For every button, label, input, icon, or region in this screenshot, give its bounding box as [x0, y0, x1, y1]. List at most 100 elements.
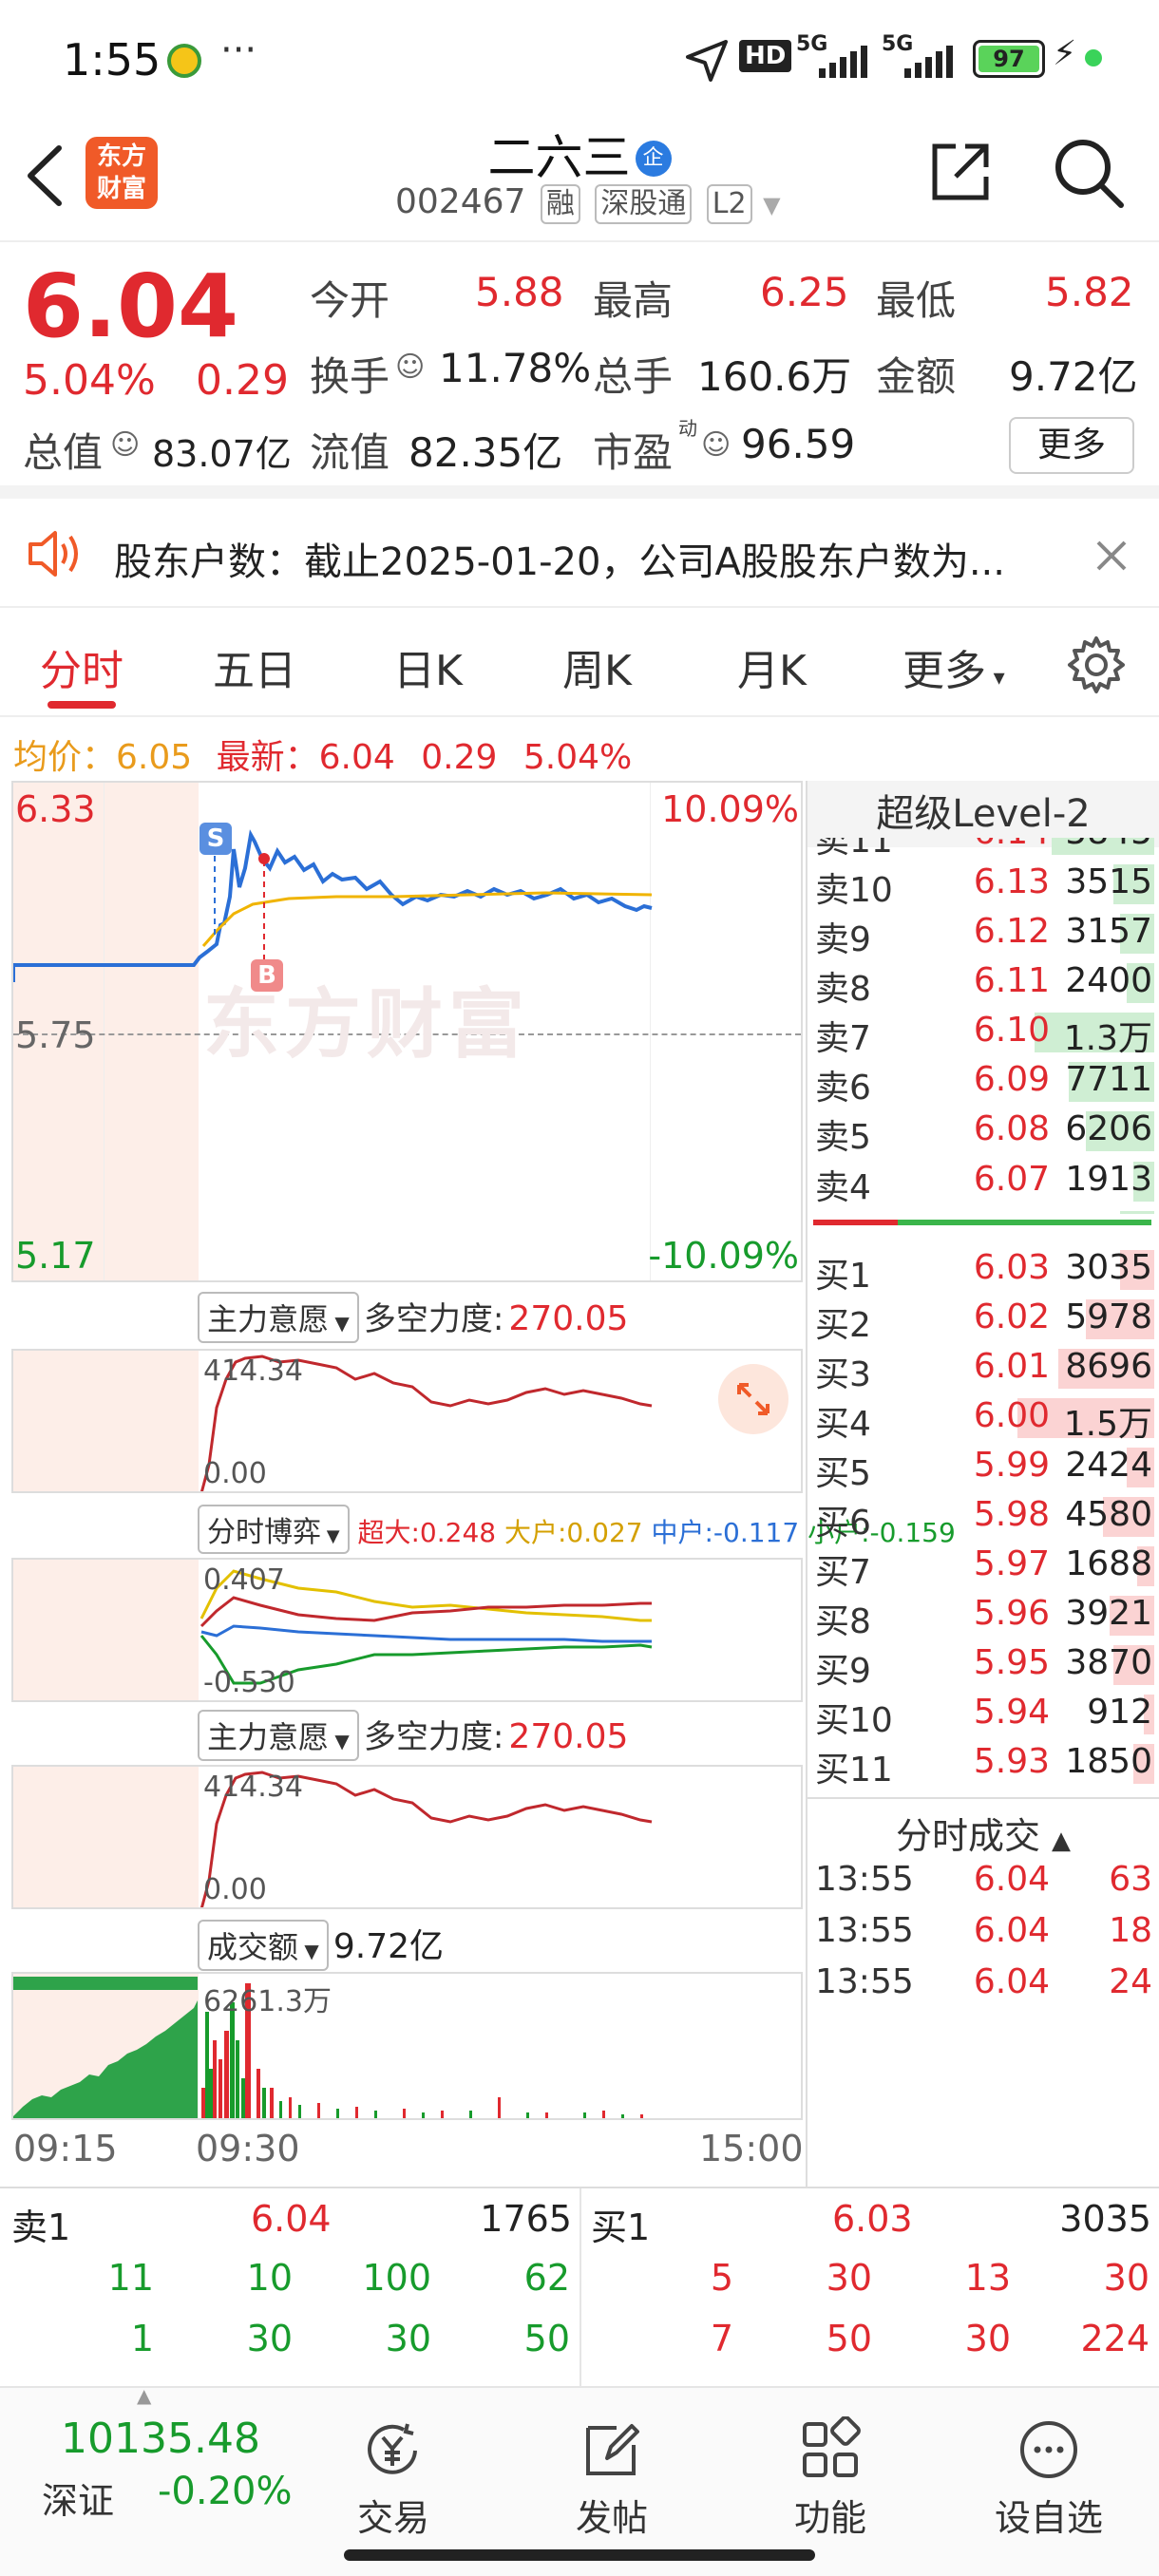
share-icon[interactable]: [927, 139, 994, 205]
bid-row[interactable]: 买9 5.95 3870: [808, 1639, 1154, 1691]
expand-button[interactable]: [718, 1364, 788, 1434]
turnover-value: 11.78%: [439, 345, 592, 391]
level-price: 6.00: [973, 1396, 1050, 1435]
low-value: 5.82: [1045, 269, 1134, 315]
nav-features-label: 功能: [793, 2497, 866, 2539]
buy-marker[interactable]: B: [251, 959, 283, 992]
ask-row[interactable]: 卖8 6.11 2400: [808, 957, 1154, 1009]
ask-bid-ratio-bar: [813, 1220, 1151, 1225]
nav-post[interactable]: 发帖: [545, 2416, 678, 2541]
search-icon[interactable]: [1051, 135, 1127, 211]
ask-row[interactable]: 卖9 6.12 3157: [808, 908, 1154, 959]
more-button[interactable]: 更多: [1009, 417, 1134, 474]
ask-row[interactable]: 卖3 6.06 3062: [808, 1205, 1154, 1214]
trade-time: 13:55: [815, 1911, 914, 1950]
float-label: 流值: [310, 429, 390, 476]
more-notifications-icon: ···: [220, 28, 257, 72]
order-queue: 卖1 6.04 1765 买1 6.03 3035 11 10 100 62 1 30 30…: [0, 2187, 1159, 2386]
pe-label: 市盈: [593, 429, 674, 476]
sub2-large: 大户:0.027: [504, 1517, 643, 1548]
sub2-selector[interactable]: 分时博弈 ▼: [198, 1505, 350, 1554]
caret-up-small-icon: ▲: [137, 2384, 152, 2407]
sub4-selector[interactable]: 成交额 ▼: [198, 1920, 329, 1971]
caret-up-icon: ▲: [1052, 1827, 1072, 1855]
bid-row[interactable]: 买4 6.00 1.5万: [808, 1392, 1154, 1444]
expand-icon: [737, 1383, 770, 1415]
ask-row[interactable]: 卖10 6.13 3515: [808, 859, 1154, 910]
main-force-chart[interactable]: 414.34 0.00: [11, 1349, 803, 1493]
level-volume: 5845: [1065, 838, 1152, 852]
nav-add-watchlist[interactable]: 设自选: [982, 2416, 1115, 2541]
bid-row[interactable]: 买6 5.98 4580: [808, 1491, 1154, 1543]
queue-sell-vol: 1765: [480, 2198, 572, 2240]
trade-price: 6.04: [973, 1911, 1050, 1950]
sell-marker[interactable]: S: [200, 823, 232, 855]
flow-game-chart[interactable]: 0.407 -0.530: [11, 1558, 803, 1702]
bid-row[interactable]: 买7 5.97 1688: [808, 1541, 1154, 1592]
level-label: 卖3: [815, 1209, 871, 1214]
level-price: 5.98: [973, 1495, 1050, 1534]
tab-week-k[interactable]: 周K: [562, 636, 632, 697]
level-price: 6.14: [974, 838, 1050, 852]
tab-five-day[interactable]: 五日: [213, 636, 296, 697]
quote-panel: 6.04 5.04% 0.29 总值 ☺ 83.07亿 今开 5.88 最高 6…: [0, 242, 1159, 499]
info-icon[interactable]: ☺: [110, 428, 140, 462]
ask-row[interactable]: 卖7 6.10 1.3万: [808, 1007, 1154, 1058]
level-volume: 1850: [1065, 1742, 1152, 1781]
active-tab-indicator: [48, 701, 116, 709]
level-volume: 3870: [1065, 1643, 1152, 1682]
level-label: 买10: [815, 1701, 893, 1740]
turnover-info-icon[interactable]: ☺: [395, 350, 425, 384]
amount-chart[interactable]: 6261.3万: [11, 1972, 803, 2120]
level-price: 5.97: [973, 1544, 1050, 1583]
index-ticker[interactable]: ▲ 10135.48 深证 -0.20%: [0, 2384, 293, 2530]
volume-bars-svg: [13, 1974, 643, 2118]
time-start: 09:15: [13, 2128, 118, 2169]
intraday-chart[interactable]: 东方财富 S B 6.33 5.75 5.17 10.09% -10.09%: [11, 781, 803, 1282]
level-volume: 6206: [1065, 1109, 1152, 1149]
tab-month-k[interactable]: 月K: [737, 636, 807, 697]
bid-row[interactable]: 买1 6.03 3035: [808, 1244, 1154, 1296]
sub1-selector[interactable]: 主力意愿 ▼: [198, 1292, 359, 1343]
ask-row[interactable]: 卖116.145845: [808, 838, 1154, 861]
bid-row[interactable]: 买8 5.96 3921: [808, 1590, 1154, 1641]
dot-indicator: [1085, 49, 1102, 66]
tag-margin: 融: [540, 184, 580, 224]
stock-name: 二六三: [487, 130, 631, 185]
chevron-down-icon[interactable]: ▼: [763, 192, 780, 218]
bid-row[interactable]: 买3 6.01 8696: [808, 1343, 1154, 1394]
sub3-label: 多空力度:: [363, 1718, 504, 1756]
close-icon[interactable]: [1092, 537, 1130, 575]
nav-features[interactable]: 功能: [764, 2416, 897, 2541]
ask-row[interactable]: 卖6 6.09 7711: [808, 1056, 1154, 1108]
sub1-value: 270.05: [508, 1299, 629, 1338]
bid-row[interactable]: 买2 6.02 5978: [808, 1294, 1154, 1345]
ask-row[interactable]: 卖4 6.07 1913: [808, 1156, 1154, 1207]
tab-intraday[interactable]: 分时: [40, 636, 124, 697]
bid-row[interactable]: 买10 5.94 912: [808, 1689, 1154, 1740]
bid-row[interactable]: 买11 5.93 1850: [808, 1738, 1154, 1788]
nav-add-watchlist-label: 设自选: [994, 2497, 1103, 2539]
main-force-chart-2[interactable]: 414.34 0.00: [11, 1765, 803, 1909]
location-icon: [686, 40, 728, 82]
level-volume: 1913: [1065, 1159, 1152, 1199]
tab-day-k[interactable]: 日K: [393, 636, 463, 697]
queue-cell: 5: [710, 2257, 733, 2299]
tab-more[interactable]: 更多 ▾: [902, 636, 1005, 697]
signal-icon-1: [819, 46, 867, 78]
sub2-top: 0.407: [203, 1563, 285, 1597]
sub3-selector[interactable]: 主力意愿 ▼: [198, 1710, 359, 1761]
ask-row[interactable]: 卖5 6.08 6206: [808, 1106, 1154, 1157]
ask-list: 卖116.145845卖106.133515卖96.123157卖86.1124…: [808, 838, 1159, 1214]
queue-cell: 30: [964, 2318, 1011, 2359]
pe-info-icon[interactable]: ☺: [701, 428, 731, 462]
settings-gear-icon[interactable]: [1066, 635, 1127, 695]
home-indicator[interactable]: [344, 2549, 815, 2561]
notice-text: 股东户数：截止2025-01-20，公司A股股东户数为...: [114, 540, 1005, 584]
bid-row[interactable]: 买5 5.99 2424: [808, 1442, 1154, 1493]
nav-trade[interactable]: 交易: [327, 2416, 460, 2541]
axis-mid-price: 5.75: [15, 1014, 96, 1056]
notice-bar[interactable]: 股东户数：截止2025-01-20，公司A股股东户数为...: [0, 499, 1159, 608]
level-label: 买4: [815, 1405, 871, 1444]
trades-header[interactable]: 分时成交 ▲: [808, 1807, 1159, 1859]
